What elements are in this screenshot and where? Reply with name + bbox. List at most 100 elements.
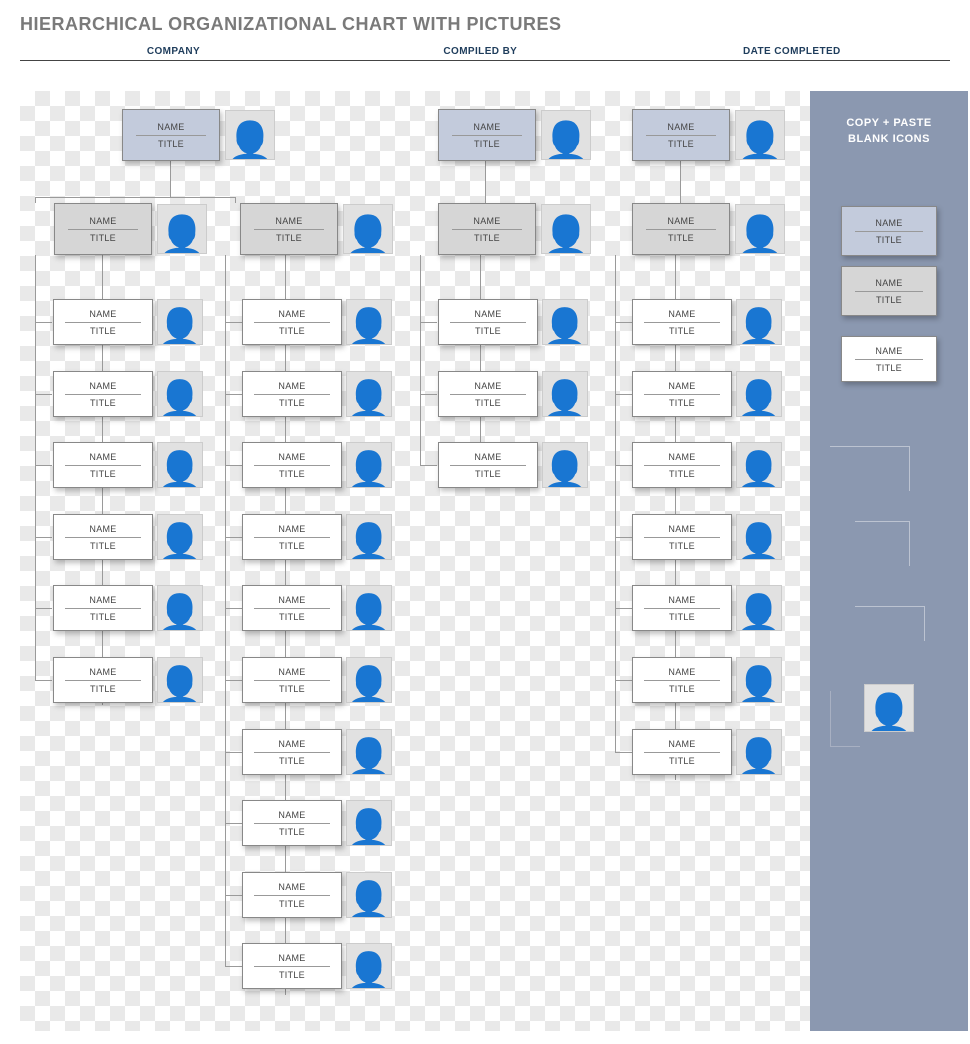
avatar-placeholder[interactable]: 👤: [542, 299, 588, 345]
card-title[interactable]: TITLE: [669, 466, 695, 482]
card-name[interactable]: NAME: [644, 521, 720, 538]
org-card-leaf[interactable]: NAMETITLE: [438, 299, 538, 345]
card-title[interactable]: TITLE: [90, 230, 116, 246]
avatar-placeholder[interactable]: 👤: [157, 514, 203, 560]
card-title[interactable]: TITLE: [279, 967, 305, 983]
avatar-placeholder[interactable]: 👤: [346, 657, 392, 703]
org-card-top[interactable]: NAME TITLE: [438, 109, 536, 161]
card-name[interactable]: NAME: [644, 378, 720, 395]
avatar-placeholder[interactable]: 👤: [346, 371, 392, 417]
card-title[interactable]: TITLE: [669, 395, 695, 411]
card-name[interactable]: NAME: [65, 449, 141, 466]
card-name[interactable]: NAME: [855, 275, 923, 292]
card-name[interactable]: NAME: [254, 213, 323, 230]
card-title[interactable]: TITLE: [90, 395, 116, 411]
sidebar-sample-avatar[interactable]: 👤: [864, 684, 914, 732]
org-card-mid[interactable]: NAME TITLE: [240, 203, 338, 255]
avatar-placeholder[interactable]: 👤: [346, 442, 392, 488]
org-card-leaf[interactable]: NAMETITLE: [632, 371, 732, 417]
org-card-leaf[interactable]: NAMETITLE: [632, 442, 732, 488]
avatar-placeholder[interactable]: 👤: [346, 585, 392, 631]
card-name[interactable]: NAME: [644, 306, 720, 323]
avatar-placeholder[interactable]: 👤: [157, 657, 203, 703]
card-title[interactable]: TITLE: [876, 360, 902, 376]
card-name[interactable]: NAME: [254, 664, 330, 681]
org-card-leaf[interactable]: NAMETITLE: [53, 371, 153, 417]
card-title[interactable]: TITLE: [90, 466, 116, 482]
card-name[interactable]: NAME: [65, 306, 141, 323]
card-name[interactable]: NAME: [254, 950, 330, 967]
sidebar-connector-sample[interactable]: [830, 746, 860, 747]
avatar-placeholder[interactable]: 👤: [225, 110, 275, 160]
org-card-leaf[interactable]: NAMETITLE: [53, 442, 153, 488]
card-title[interactable]: TITLE: [279, 753, 305, 769]
header-label-compiled-by[interactable]: COMPILED BY: [327, 46, 634, 57]
avatar-placeholder[interactable]: 👤: [157, 442, 203, 488]
card-name[interactable]: NAME: [254, 807, 330, 824]
sidebar-sample-leaf-card[interactable]: NAME TITLE: [841, 336, 937, 382]
org-card-leaf[interactable]: NAMETITLE: [53, 299, 153, 345]
card-name[interactable]: NAME: [254, 521, 330, 538]
sidebar-connector-sample[interactable]: [855, 606, 925, 641]
card-name[interactable]: NAME: [452, 213, 521, 230]
card-name[interactable]: NAME: [644, 592, 720, 609]
org-chart-canvas[interactable]: NAME TITLE 👤 NAME TITLE 👤 NAME TITLE 👤 N…: [20, 91, 810, 1031]
avatar-placeholder[interactable]: 👤: [735, 204, 785, 254]
card-title[interactable]: TITLE: [669, 609, 695, 625]
card-title[interactable]: TITLE: [279, 466, 305, 482]
card-title[interactable]: TITLE: [279, 538, 305, 554]
card-name[interactable]: NAME: [254, 449, 330, 466]
card-title[interactable]: TITLE: [279, 395, 305, 411]
card-name[interactable]: NAME: [644, 449, 720, 466]
card-title[interactable]: TITLE: [90, 609, 116, 625]
org-card-leaf[interactable]: NAMETITLE: [242, 800, 342, 846]
card-name[interactable]: NAME: [254, 592, 330, 609]
card-name[interactable]: NAME: [450, 306, 526, 323]
card-title[interactable]: TITLE: [876, 232, 902, 248]
org-card-leaf[interactable]: NAMETITLE: [438, 442, 538, 488]
card-name[interactable]: NAME: [644, 664, 720, 681]
card-title[interactable]: TITLE: [876, 292, 902, 308]
avatar-placeholder[interactable]: 👤: [157, 371, 203, 417]
header-label-company[interactable]: COMPANY: [20, 46, 327, 57]
org-card-leaf[interactable]: NAMETITLE: [242, 514, 342, 560]
sidebar-connector-sample[interactable]: [855, 521, 910, 566]
avatar-placeholder[interactable]: 👤: [346, 800, 392, 846]
org-card-leaf[interactable]: NAMETITLE: [242, 442, 342, 488]
avatar-placeholder[interactable]: 👤: [735, 110, 785, 160]
avatar-placeholder[interactable]: 👤: [541, 204, 591, 254]
avatar-placeholder[interactable]: 👤: [343, 204, 393, 254]
card-name[interactable]: NAME: [646, 119, 715, 136]
card-name[interactable]: NAME: [65, 378, 141, 395]
card-title[interactable]: TITLE: [276, 230, 302, 246]
org-card-leaf[interactable]: NAMETITLE: [242, 729, 342, 775]
org-card-leaf[interactable]: NAMETITLE: [632, 657, 732, 703]
card-title[interactable]: TITLE: [279, 609, 305, 625]
card-name[interactable]: NAME: [254, 306, 330, 323]
card-name[interactable]: NAME: [254, 879, 330, 896]
org-card-leaf[interactable]: NAMETITLE: [632, 585, 732, 631]
card-name[interactable]: NAME: [68, 213, 137, 230]
avatar-placeholder[interactable]: 👤: [736, 371, 782, 417]
card-name[interactable]: NAME: [65, 592, 141, 609]
org-card-leaf[interactable]: NAMETITLE: [242, 657, 342, 703]
card-title[interactable]: TITLE: [475, 395, 501, 411]
avatar-placeholder[interactable]: 👤: [346, 943, 392, 989]
avatar-placeholder[interactable]: 👤: [157, 204, 207, 254]
avatar-placeholder[interactable]: 👤: [346, 872, 392, 918]
avatar-placeholder[interactable]: 👤: [346, 299, 392, 345]
card-title[interactable]: TITLE: [158, 136, 184, 152]
sidebar-sample-top-card[interactable]: NAME TITLE: [841, 206, 937, 256]
card-name[interactable]: NAME: [855, 343, 923, 360]
avatar-placeholder[interactable]: 👤: [157, 299, 203, 345]
org-card-leaf[interactable]: NAMETITLE: [242, 585, 342, 631]
avatar-placeholder[interactable]: 👤: [736, 299, 782, 345]
header-label-date-completed[interactable]: DATE COMPLETED: [634, 46, 950, 57]
sidebar-connector-sample[interactable]: [830, 691, 831, 746]
card-name[interactable]: NAME: [644, 736, 720, 753]
org-card-leaf[interactable]: NAMETITLE: [53, 657, 153, 703]
card-title[interactable]: TITLE: [474, 136, 500, 152]
org-card-leaf[interactable]: NAMETITLE: [242, 943, 342, 989]
card-title[interactable]: TITLE: [475, 323, 501, 339]
avatar-placeholder[interactable]: 👤: [736, 729, 782, 775]
